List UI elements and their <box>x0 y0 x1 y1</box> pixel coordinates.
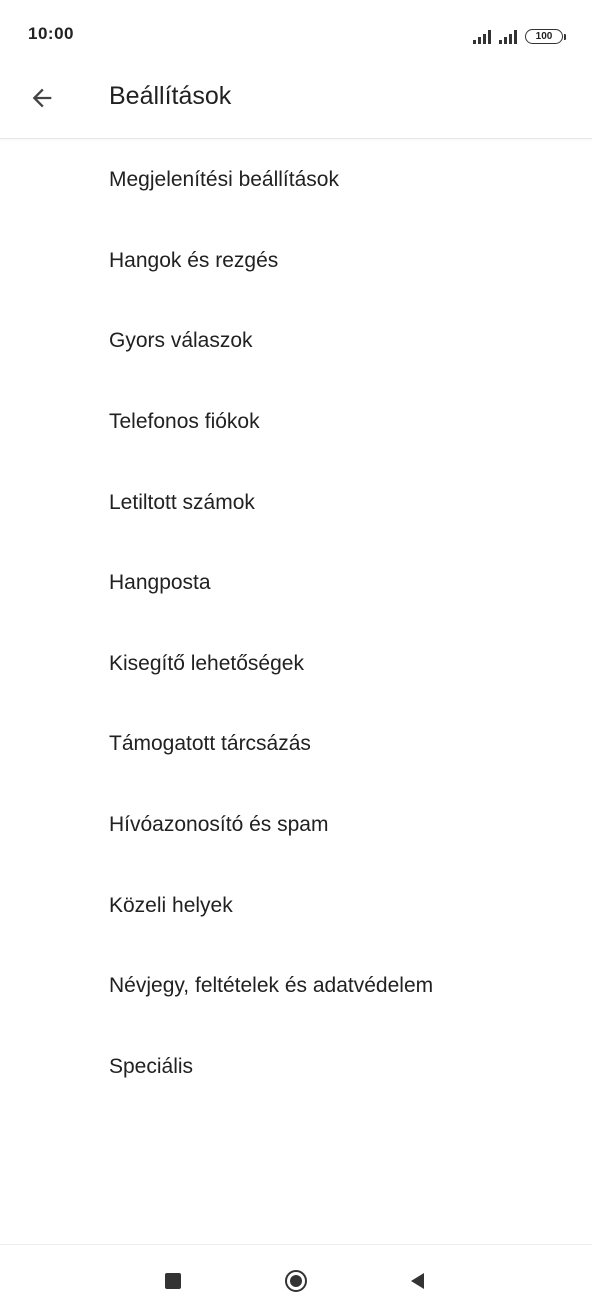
settings-item-voicemail[interactable]: Hangposta <box>0 543 592 624</box>
settings-item-display-options[interactable]: Megjelenítési beállítások <box>0 140 592 221</box>
home-circle-icon <box>285 1270 307 1292</box>
settings-item-assisted-dialing[interactable]: Támogatott tárcsázás <box>0 704 592 785</box>
back-triangle-icon <box>411 1273 424 1289</box>
settings-item-caller-id-spam[interactable]: Hívóazonosító és spam <box>0 785 592 866</box>
back-button[interactable] <box>20 76 64 120</box>
settings-list: Megjelenítési beállítások Hangok és rezg… <box>0 140 592 1107</box>
battery-level: 100 <box>525 29 563 44</box>
page-title: Beállítások <box>109 82 232 110</box>
status-time: 10:00 <box>28 24 74 43</box>
battery-icon: 100 <box>525 29 566 44</box>
settings-item-accessibility[interactable]: Kisegítő lehetőségek <box>0 624 592 705</box>
settings-item-nearby-places[interactable]: Közeli helyek <box>0 865 592 946</box>
settings-item-sounds-vibration[interactable]: Hangok és rezgés <box>0 221 592 302</box>
app-bar: Beállítások <box>0 62 592 139</box>
settings-item-quick-responses[interactable]: Gyors válaszok <box>0 301 592 382</box>
settings-item-calling-accounts[interactable]: Telefonos fiókok <box>0 382 592 463</box>
arrow-back-icon <box>32 88 52 108</box>
status-bar: 10:00 100 <box>0 0 592 70</box>
home-button[interactable] <box>276 1263 316 1299</box>
nav-back-button[interactable] <box>398 1263 438 1299</box>
signal-icon <box>473 30 491 44</box>
recents-button[interactable] <box>153 1263 193 1299</box>
settings-item-blocked-numbers[interactable]: Letiltott számok <box>0 462 592 543</box>
settings-item-advanced[interactable]: Speciális <box>0 1027 592 1108</box>
status-icons: 100 <box>473 26 566 44</box>
signal-icon <box>499 30 517 44</box>
navigation-bar <box>0 1244 592 1316</box>
settings-item-about-terms-privacy[interactable]: Névjegy, feltételek és adatvédelem <box>0 946 592 1027</box>
recents-square-icon <box>165 1273 181 1289</box>
